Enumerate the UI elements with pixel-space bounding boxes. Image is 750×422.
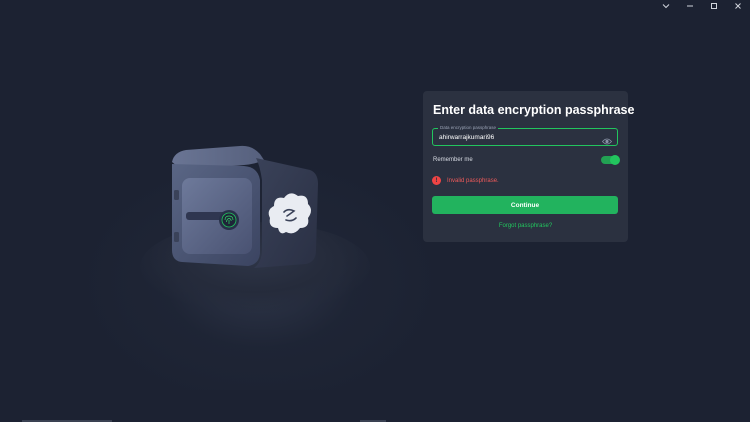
error-message: ! Invalid passphrase. bbox=[432, 176, 499, 185]
passphrase-dialog: Enter data encryption passphrase Data en… bbox=[423, 91, 635, 242]
passphrase-field-label: Data encryption passphrase bbox=[438, 125, 499, 131]
remember-me-label: Remember me bbox=[433, 157, 473, 163]
remember-me-row: Remember me bbox=[433, 155, 620, 165]
dialog-title: Enter data encryption passphrase bbox=[433, 103, 635, 117]
window-controls bbox=[654, 0, 750, 12]
error-text: Invalid passphrase. bbox=[447, 177, 499, 184]
maximize-icon[interactable] bbox=[702, 0, 726, 12]
error-icon: ! bbox=[432, 176, 441, 185]
passphrase-field[interactable]: Data encryption passphrase bbox=[432, 125, 618, 146]
forgot-passphrase-link[interactable]: Forgot passphrase? bbox=[423, 223, 628, 229]
safe-illustration bbox=[160, 140, 320, 280]
chevron-down-icon[interactable] bbox=[654, 0, 678, 12]
passphrase-input[interactable] bbox=[439, 132, 589, 143]
remember-me-toggle[interactable] bbox=[601, 155, 620, 165]
minimize-icon[interactable] bbox=[678, 0, 702, 12]
toggle-knob bbox=[610, 155, 620, 165]
eye-icon[interactable] bbox=[601, 133, 613, 145]
close-icon[interactable] bbox=[726, 0, 750, 12]
continue-button[interactable]: Continue bbox=[432, 196, 618, 214]
